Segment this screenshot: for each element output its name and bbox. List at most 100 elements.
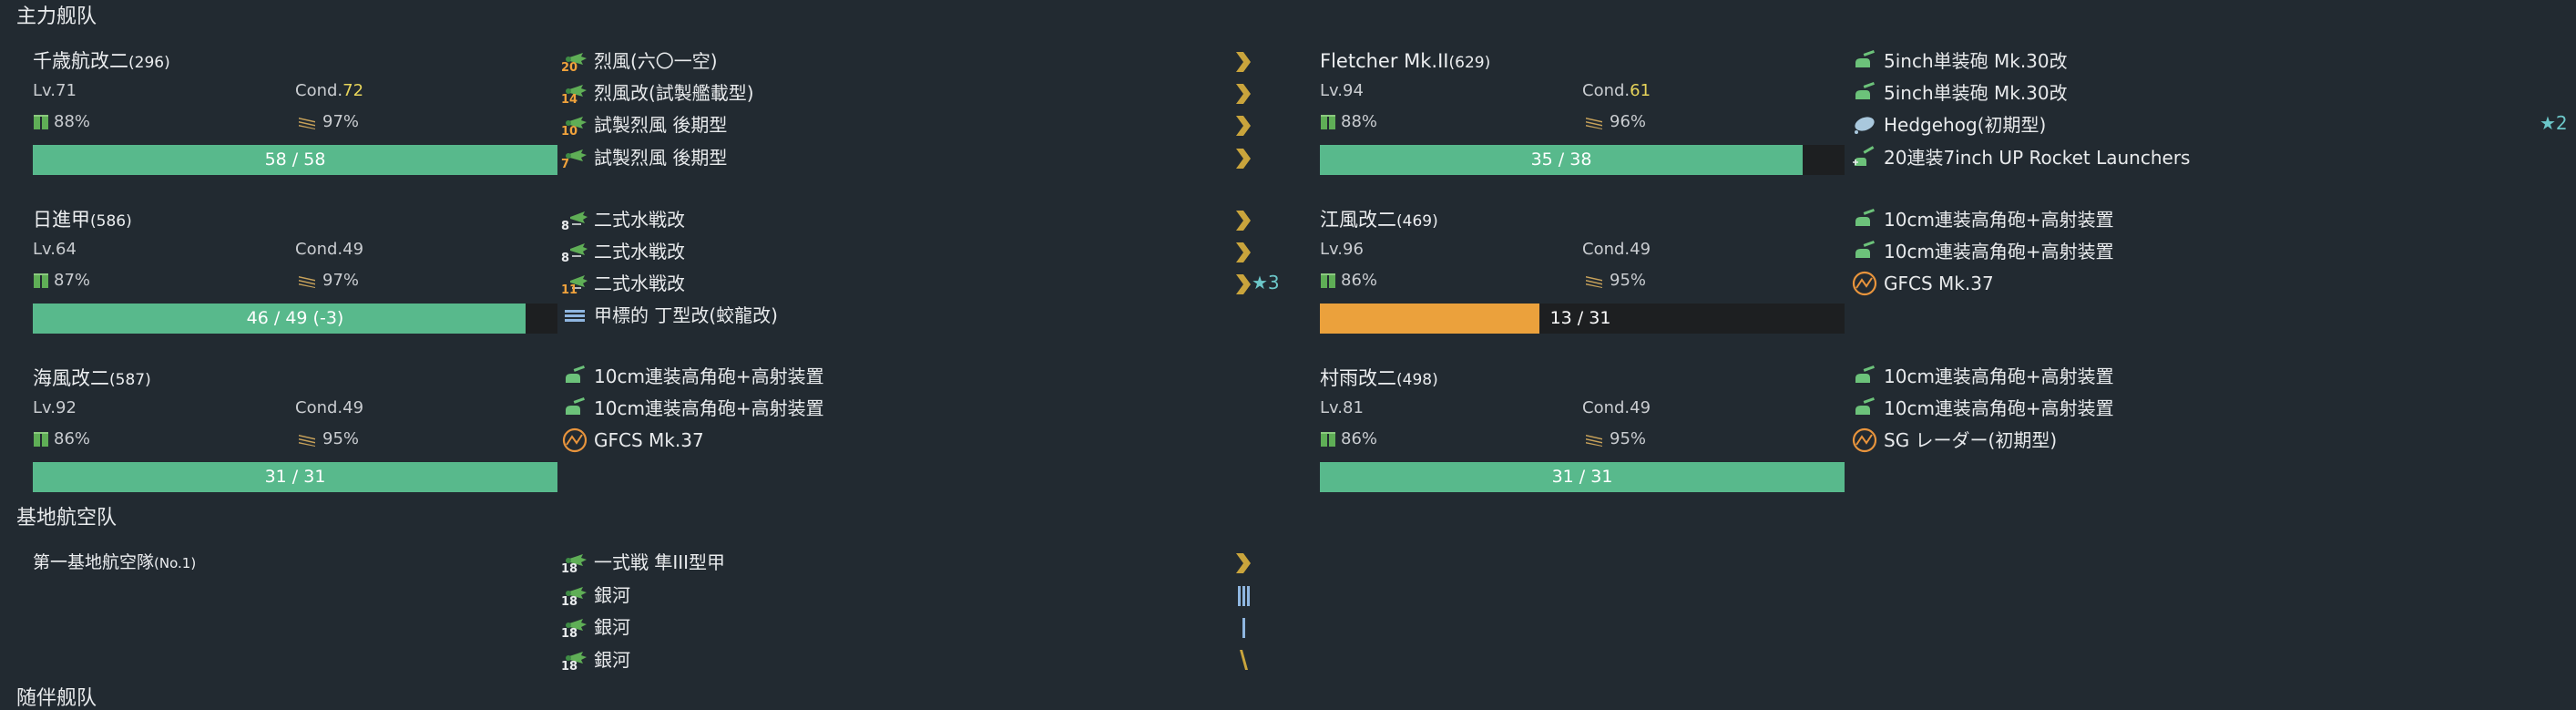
depth-charge-icon [1855, 117, 1875, 134]
equipment-name: 二式水戦改 [594, 209, 685, 231]
hp-text: 35 / 38 [1530, 149, 1592, 170]
hp-bar: 58 / 58 [33, 145, 557, 175]
fire-control-icon [1852, 271, 1877, 296]
ship-ammo: 95% [1584, 431, 1646, 448]
equipment-slot[interactable]: 10cm連装高角砲+高射装置 [1851, 237, 2114, 266]
equipment-slot[interactable]: 20 烈風(六〇一空) [561, 46, 718, 76]
equipment-slot[interactable]: 11 二式水戦改 [561, 269, 685, 298]
equipment-slot[interactable]: 10 試製烈風 後期型 [561, 110, 727, 139]
fuel-icon [1321, 432, 1335, 447]
equipment-slot[interactable]: 8 二式水戦改 [561, 205, 685, 234]
land-base-name: 第一基地航空隊(No.1) [33, 552, 197, 572]
ship-level: Lv.71 [33, 81, 77, 100]
small-gun-icon [566, 396, 585, 415]
equipment-slot[interactable]: 14 烈風改(試製艦載型) [561, 78, 754, 108]
equipment-slot[interactable]: 5inch単装砲 Mk.30改 [1851, 46, 2068, 76]
equipment-slot[interactable]: 18 銀河 [561, 581, 630, 610]
ship-condition: Cond.72 [295, 81, 364, 100]
proficiency-max-icon [1236, 211, 1251, 231]
small-gun-icon [1855, 208, 1875, 226]
equipment-slot[interactable]: 10cm連装高角砲+高射装置 [1851, 394, 2114, 423]
equipment-name: 甲標的 丁型改(蛟龍改) [594, 304, 778, 326]
fuel-icon [34, 273, 48, 288]
ship-fuel: 86% [1320, 273, 1377, 289]
equipment-slot[interactable]: GFCS Mk.37 [561, 426, 704, 455]
ship-ammo: 95% [1584, 273, 1646, 289]
hp-bar: 13 / 31 [1320, 304, 1845, 334]
fuel-icon [1321, 115, 1335, 129]
fuel-icon [1321, 273, 1335, 288]
ship-fuel: 86% [33, 431, 90, 448]
hp-bar: 35 / 38 [1320, 145, 1845, 175]
ship-level: Lv.81 [1320, 398, 1364, 417]
proficiency-slash-icon [1240, 650, 1248, 670]
ship-fuel: 86% [1320, 431, 1377, 448]
ship-card[interactable]: 日進甲(586) Lv.64 Cond.49 87% 97% 46 / 49 (… [33, 211, 557, 347]
equipment-slot[interactable]: SG レーダー(初期型) [1851, 426, 2057, 455]
equipment-name: 銀河 [594, 584, 630, 606]
ship-ammo: 97% [297, 273, 359, 289]
equipment-slot[interactable]: 10cm連装高角砲+高射装置 [561, 362, 824, 391]
fuel-icon [34, 115, 48, 129]
ship-name: 村雨改二(498) [1320, 367, 1438, 389]
hp-bar: 31 / 31 [1320, 462, 1845, 492]
small-gun-icon [1855, 49, 1875, 67]
ship-name: 日進甲(586) [33, 209, 132, 231]
hp-bar-fill [1320, 304, 1539, 334]
small-gun-icon [1855, 396, 1875, 415]
proficiency-max-icon [1236, 84, 1251, 104]
ship-name: 海風改二(587) [33, 367, 151, 389]
equipment-slot[interactable]: Hedgehog(初期型) [1851, 110, 2046, 139]
ship-ammo: 96% [1584, 114, 1646, 130]
equipment-name: 烈風改(試製艦載型) [594, 82, 754, 104]
equipment-slot[interactable]: 10cm連装高角砲+高射装置 [561, 394, 824, 423]
ship-card[interactable]: 千歳航改二(296) Lv.71 Cond.72 88% 97% 58 / 58 [33, 52, 557, 189]
hp-text: 31 / 31 [264, 467, 326, 487]
equipment-slot[interactable]: 10cm連装高角砲+高射装置 [1851, 362, 2114, 391]
ammo-icon [299, 118, 315, 129]
improvement-star: ★3 [1252, 272, 1280, 293]
equipment-name: 試製烈風 後期型 [594, 114, 728, 136]
equipment-slot[interactable]: 18 銀河 [561, 645, 630, 674]
equipment-name: 10cm連装高角砲+高射装置 [1884, 241, 2114, 262]
ship-card[interactable]: Fletcher Mk.II(629) Lv.94 Cond.61 88% 96… [1320, 52, 1845, 189]
equipment-name: 烈風(六〇一空) [594, 50, 718, 72]
equipment-name: 二式水戦改 [594, 273, 685, 294]
equipment-slot[interactable]: 18 一式戦 隼III型甲 [561, 548, 725, 577]
ammo-icon [1586, 435, 1602, 447]
equipment-slot[interactable]: 10cm連装高角砲+高射装置 [1851, 205, 2114, 234]
ship-card[interactable]: 江風改二(469) Lv.96 Cond.49 86% 95% 13 / 31 [1320, 211, 1845, 347]
ammo-icon [1586, 276, 1602, 288]
equipment-slot[interactable]: 甲標的 丁型改(蛟龍改) [561, 301, 778, 330]
equipment-name: 10cm連装高角砲+高射装置 [1884, 209, 2114, 231]
equipment-slot[interactable]: 5inch単装砲 Mk.30改 [1851, 78, 2068, 108]
equipment-slot[interactable]: 8 二式水戦改 [561, 237, 685, 266]
ammo-icon [299, 435, 315, 447]
proficiency-max-icon [1236, 149, 1251, 169]
section-title-main-fleet: 主力舰队 [16, 5, 97, 28]
ship-card[interactable]: 村雨改二(498) Lv.81 Cond.49 86% 95% 31 / 31 [1320, 369, 1845, 506]
equipment-name: 5inch単装砲 Mk.30改 [1884, 82, 2068, 104]
ship-level: Lv.92 [33, 398, 77, 417]
proficiency-one-bar-icon [1242, 618, 1245, 638]
equipment-name: GFCS Mk.37 [594, 429, 704, 451]
ship-condition: Cond.49 [295, 398, 364, 417]
small-gun-icon [1855, 81, 1875, 99]
equipment-name: 20連装7inch UP Rocket Launchers [1884, 147, 2191, 169]
equipment-slot[interactable]: 7 試製烈風 後期型 [561, 143, 727, 172]
hp-bar: 31 / 31 [33, 462, 557, 492]
fire-control-icon [562, 427, 588, 453]
equipment-name: 10cm連装高角砲+高射装置 [594, 365, 824, 387]
equipment-slot[interactable]: GFCS Mk.37 [1851, 269, 1994, 298]
small-gun-icon [566, 365, 585, 383]
proficiency-max-icon [1236, 274, 1251, 294]
ship-card[interactable]: 海風改二(587) Lv.92 Cond.49 86% 95% 31 / 31 [33, 369, 557, 506]
ship-ammo: 95% [297, 431, 359, 448]
equipment-slot[interactable]: 20連装7inch UP Rocket Launchers [1851, 143, 2190, 172]
ship-level: Lv.64 [33, 240, 77, 259]
equipment-name: 5inch単装砲 Mk.30改 [1884, 50, 2068, 72]
equipment-slot[interactable]: 18 銀河 [561, 612, 630, 642]
proficiency-max-icon [1236, 242, 1251, 262]
equipment-name: 一式戦 隼III型甲 [594, 551, 726, 573]
equipment-name: 10cm連装高角砲+高射装置 [1884, 365, 2114, 387]
